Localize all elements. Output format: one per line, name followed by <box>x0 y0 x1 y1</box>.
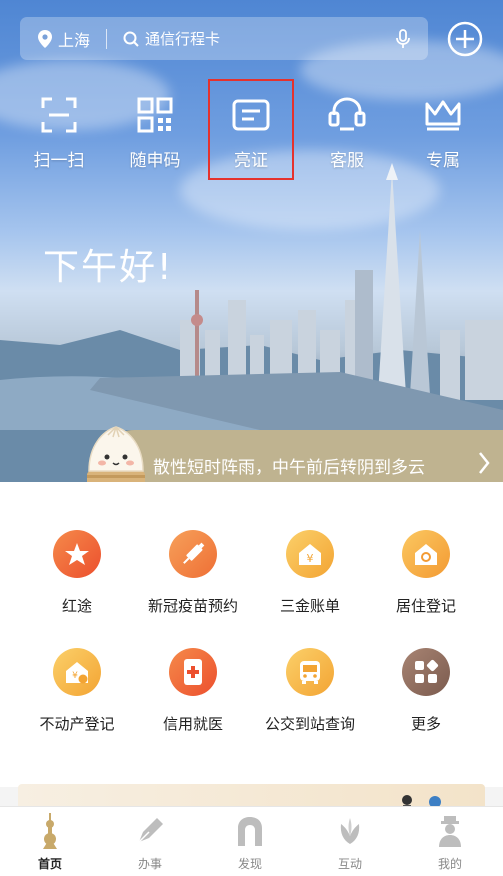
location-label: 上海 <box>58 30 91 50</box>
tab-label: 发现 <box>237 857 262 871</box>
service-label: 新冠疫苗预约 <box>147 597 238 615</box>
search-icon <box>123 31 139 47</box>
pen-icon <box>138 818 163 843</box>
quick-action-label: 扫一扫 <box>33 151 85 171</box>
service-icon-bg <box>53 530 101 578</box>
service-credit-medical[interactable]: 信用就医 <box>133 648 253 734</box>
service-label: 红途 <box>61 597 92 615</box>
service-label: 居住登记 <box>395 597 456 615</box>
person-icon <box>439 816 461 847</box>
quick-action-label: 专属 <box>426 151 460 171</box>
svg-text:¥: ¥ <box>307 552 314 565</box>
magnolia-icon <box>340 818 360 844</box>
services-panel: 红途 新冠疫苗预约 ¥ 三金账单 居住登记 ¥ 不动产登记 信用就医 公交到站查… <box>0 482 503 787</box>
service-icon-bg <box>169 648 217 696</box>
greeting-text: 下午好! <box>43 247 174 288</box>
phone-medical-icon <box>184 659 202 685</box>
home-icon <box>415 544 437 565</box>
tab-label: 首页 <box>37 857 62 871</box>
service-bus-arrival[interactable]: 公交到站查询 <box>250 648 370 734</box>
service-label: 信用就医 <box>162 715 223 733</box>
tab-mine[interactable]: 我的 <box>400 813 500 872</box>
yuan-house-icon: ¥ <box>299 544 321 565</box>
quick-action-label: 客服 <box>330 151 364 171</box>
crown-icon <box>425 100 461 131</box>
service-icon-bg: ¥ <box>53 648 101 696</box>
tab-services[interactable]: 办事 <box>100 813 200 872</box>
tab-label: 办事 <box>137 857 162 871</box>
syringe-icon <box>183 542 205 564</box>
service-hongtu[interactable]: 红途 <box>17 530 137 616</box>
bus-icon <box>300 661 320 684</box>
quick-action-exclusive[interactable]: 专属 <box>398 92 488 171</box>
arch-icon <box>238 817 262 846</box>
service-more[interactable]: 更多 <box>366 648 486 734</box>
svg-text:¥: ¥ <box>72 671 78 681</box>
tab-interact[interactable]: 互动 <box>300 813 400 872</box>
service-real-estate[interactable]: ¥ 不动产登记 <box>17 648 137 734</box>
more-grid-icon <box>415 659 439 683</box>
pearl-tower-icon <box>43 813 57 849</box>
divider <box>106 28 108 49</box>
search-input[interactable]: 通信行程卡 <box>145 28 396 49</box>
service-icon-bg <box>402 648 450 696</box>
location-selector[interactable]: 上海 <box>38 27 90 51</box>
highlight-box <box>208 79 294 180</box>
quick-action-label: 随申码 <box>129 151 181 171</box>
weather-text: 散性短时阵雨，中午前后转阴到多云 <box>153 458 425 478</box>
qr-code-icon <box>137 97 173 133</box>
service-icon-bg: ¥ <box>286 530 334 578</box>
service-label: 公交到站查询 <box>264 715 355 733</box>
tab-home[interactable]: 首页 <box>0 813 100 872</box>
bottom-tab-bar: 首页 办事 发现 互动 我的 <box>0 806 503 876</box>
service-icon-bg <box>402 530 450 578</box>
property-icon: ¥ <box>66 662 88 684</box>
hero-banner: 上海 通信行程卡 扫一扫 随申码 亮证 客服 专属 下午好! <box>0 0 503 485</box>
service-three-funds-bill[interactable]: ¥ 三金账单 <box>250 530 370 616</box>
service-residence-registration[interactable]: 居住登记 <box>366 530 486 616</box>
microphone-icon[interactable] <box>396 28 410 49</box>
chevron-right-icon <box>479 452 490 474</box>
service-label: 更多 <box>410 715 441 733</box>
search-bar[interactable]: 上海 通信行程卡 <box>20 17 428 60</box>
service-label: 不动产登记 <box>39 715 115 733</box>
service-icon-bg <box>169 530 217 578</box>
tab-discover[interactable]: 发现 <box>200 813 300 872</box>
service-label: 三金账单 <box>279 597 340 615</box>
service-icon-bg <box>286 648 334 696</box>
tab-label: 我的 <box>437 857 462 871</box>
scan-icon <box>41 97 77 133</box>
quick-action-scan[interactable]: 扫一扫 <box>14 92 104 171</box>
star-icon <box>65 543 89 565</box>
headset-icon <box>328 97 366 131</box>
location-pin-icon <box>38 29 52 48</box>
tab-label: 互动 <box>337 857 362 871</box>
service-vaccine[interactable]: 新冠疫苗预约 <box>133 530 253 616</box>
quick-action-customer-service[interactable]: 客服 <box>302 92 392 171</box>
quick-action-qr-code[interactable]: 随申码 <box>110 92 200 171</box>
add-icon[interactable] <box>446 20 484 58</box>
